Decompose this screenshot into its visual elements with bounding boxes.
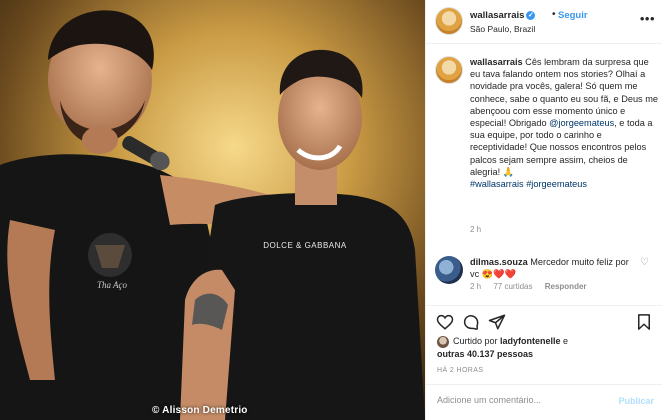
share-icon[interactable] <box>488 313 506 331</box>
action-bar <box>426 305 662 335</box>
likes-prefix: Curtido por <box>453 336 501 346</box>
verified-icon: ✓ <box>526 10 536 20</box>
comment: dilmas.souza Mercedor muito feliz por vc… <box>470 256 640 280</box>
more-options-icon[interactable]: ••• <box>640 11 655 26</box>
bookmark-icon[interactable] <box>635 313 653 331</box>
right-shirt-print: DOLCE & GABBANA <box>263 241 347 250</box>
caption-author-avatar[interactable] <box>435 56 463 84</box>
comment-like-icon[interactable]: ♡ <box>640 257 649 268</box>
comment-icon[interactable] <box>462 313 480 331</box>
hashtag-link[interactable]: #jorgeemateus <box>526 179 587 189</box>
comments-list[interactable]: wallasarrais Cês lembram da surpresa que… <box>426 45 662 305</box>
add-comment-bar: Publicar <box>426 384 662 420</box>
comment-likes-count[interactable]: 77 curtidas <box>493 282 532 291</box>
publish-button[interactable]: Publicar <box>618 396 654 406</box>
concert-photo-illustration: Tha Aço DOLCE & GABBANA <box>0 0 425 420</box>
likes-others-link[interactable]: outras 40.137 pessoas <box>437 349 533 359</box>
left-shirt-print: Tha Aço <box>97 280 128 290</box>
follow-button[interactable]: Seguir <box>558 10 588 21</box>
post-photo[interactable]: Tha Aço DOLCE & GABBANA © Alisson Demetr… <box>0 0 425 420</box>
post-header: wallasarrais ✓ • Seguir São Paulo, Brazil… <box>426 0 662 44</box>
comment-username[interactable]: dilmas.souza <box>470 257 528 267</box>
heart-icon[interactable] <box>436 313 454 331</box>
caption-username[interactable]: wallasarrais <box>470 57 523 67</box>
commenter-avatar[interactable] <box>435 256 463 284</box>
post-caption: wallasarrais Cês lembram da surpresa que… <box>470 56 658 190</box>
caption-mention-link[interactable]: @jorgeemateus <box>549 118 614 128</box>
photo-credit: © Alisson Demetrio <box>152 405 248 416</box>
instagram-post: Tha Aço DOLCE & GABBANA © Alisson Demetr… <box>0 0 662 420</box>
liker-avatar[interactable] <box>437 335 449 348</box>
comment-reply-button[interactable]: Responder <box>545 282 587 291</box>
post-side-panel: wallasarrais ✓ • Seguir São Paulo, Brazil… <box>425 0 662 420</box>
caption-timestamp[interactable]: 2 h <box>470 225 481 234</box>
author-avatar[interactable] <box>435 7 463 35</box>
post-location[interactable]: São Paulo, Brazil <box>470 24 535 34</box>
liker-username[interactable]: ladyfontenelle <box>500 336 561 346</box>
comment-timestamp[interactable]: 2 h <box>470 282 481 291</box>
author-username-text[interactable]: wallasarrais <box>470 10 524 21</box>
hashtag-link[interactable]: #wallasarrais <box>470 179 524 189</box>
likes-middle: e <box>560 336 569 346</box>
author-username[interactable]: wallasarrais ✓ <box>470 10 536 21</box>
likes-summary: Curtido por ladyfontenelle e outras 40.1… <box>437 335 657 360</box>
post-timestamp[interactable]: HÁ 2 HORAS <box>437 367 483 374</box>
comment-input[interactable] <box>437 395 597 405</box>
comment-meta: 2 h 77 curtidas Responder <box>470 282 597 291</box>
header-separator: • <box>552 9 556 20</box>
